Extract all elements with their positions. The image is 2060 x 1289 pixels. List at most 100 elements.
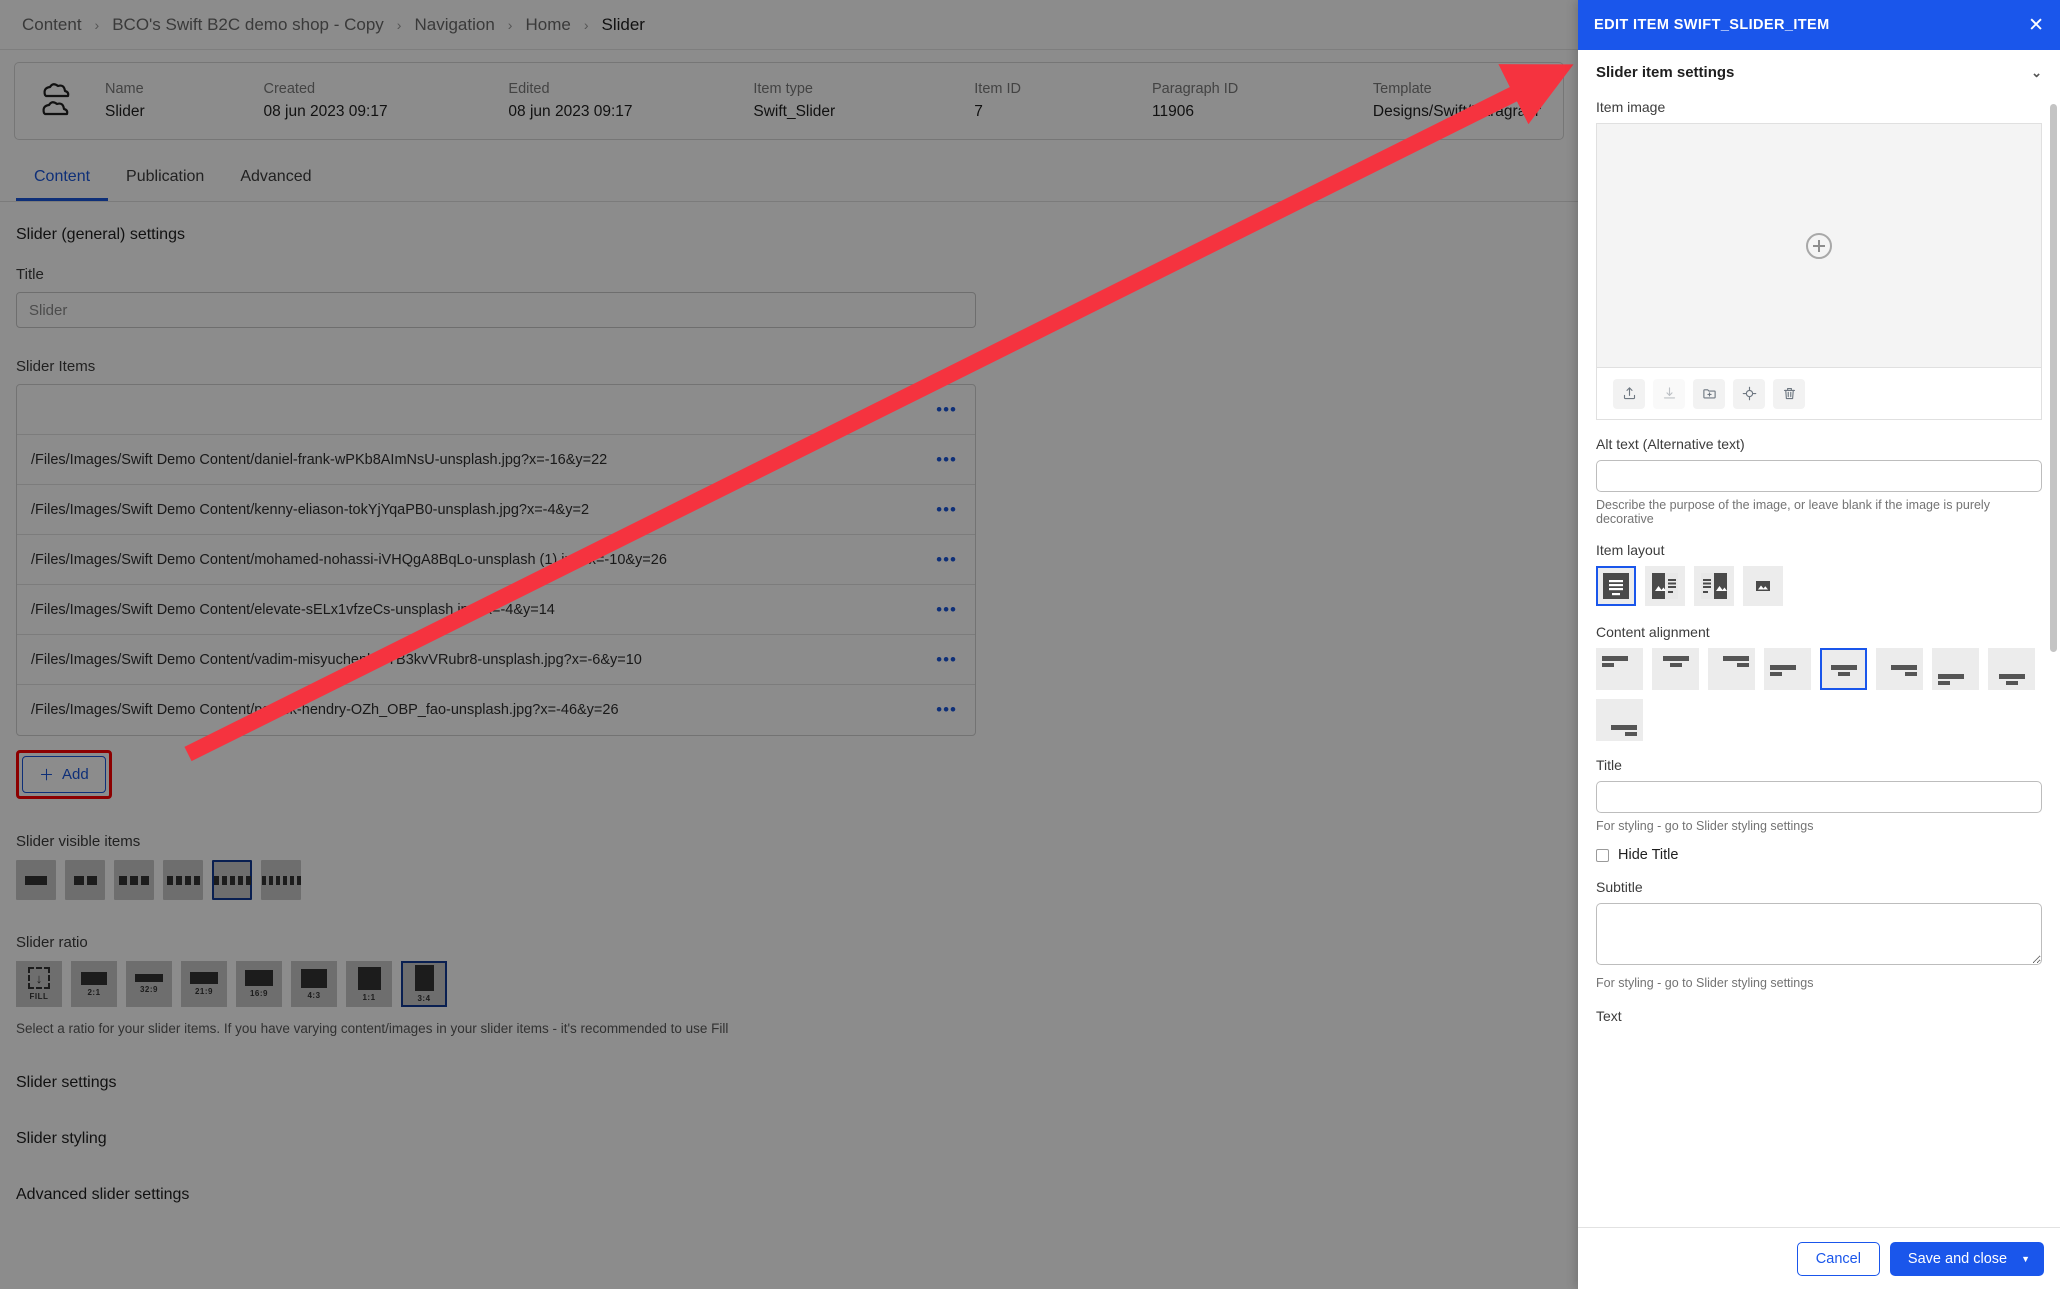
visible-items-option-6[interactable]	[261, 860, 301, 900]
alt-text-hint: Describe the purpose of the image, or le…	[1596, 498, 1990, 526]
panel-scrollbar[interactable]	[2050, 104, 2057, 652]
subtitle-textarea[interactable]	[1596, 903, 2042, 965]
ratio-glyph	[135, 974, 163, 982]
content-alignment-option-bot-left[interactable]	[1932, 648, 1979, 690]
download-icon[interactable]	[1653, 378, 1685, 409]
ratio-option-label: 2:1	[87, 987, 101, 997]
slider-ratio-options: FILL 2:1 32:9 21:9 16:9 4:3 1:1 3:4	[16, 961, 1562, 1007]
visible-items-option-1[interactable]	[16, 860, 56, 900]
add-button[interactable]: ＋ Add	[22, 756, 106, 793]
visible-items-option-5[interactable]	[212, 860, 252, 900]
focal-point-icon[interactable]	[1733, 378, 1765, 409]
tab-advanced[interactable]: Advanced	[222, 168, 329, 201]
tab-publication[interactable]: Publication	[108, 168, 222, 201]
list-item[interactable]: /Files/Images/Swift Demo Content/elevate…	[17, 585, 975, 635]
save-and-close-label: Save and close	[1907, 1250, 2008, 1267]
visible-items-option-3[interactable]	[114, 860, 154, 900]
alignment-title-bar	[1602, 656, 1628, 661]
content-alignment-option-top-left[interactable]	[1596, 648, 1643, 690]
alignment-subtitle-bar	[1669, 663, 1682, 667]
ratio-option-32-9[interactable]: 32:9	[126, 961, 172, 1007]
list-item[interactable]: /Files/Images/Swift Demo Content/patrick…	[17, 685, 975, 735]
panel-title-input[interactable]	[1596, 781, 2042, 813]
item-layout-glyph	[1750, 573, 1776, 599]
content-alignment-option-mid-right[interactable]	[1876, 648, 1923, 690]
breadcrumb-item-content[interactable]: Content	[22, 15, 82, 35]
section-slider-settings[interactable]: Slider settings	[16, 1074, 1562, 1092]
item-layout-option-image-left-text-right[interactable]	[1645, 566, 1685, 606]
hide-title-row[interactable]: Hide Title	[1596, 847, 2042, 863]
ratio-option-21-9[interactable]: 21:9	[181, 961, 227, 1007]
ratio-option-2-1[interactable]: 2:1	[71, 961, 117, 1007]
hide-title-label: Hide Title	[1618, 847, 1679, 863]
breadcrumb-item-slider[interactable]: Slider	[602, 15, 645, 35]
content-pane: Slider (general) settings Title Slider I…	[0, 202, 1578, 1204]
alignment-subtitle-bar	[1737, 663, 1749, 667]
breadcrumb-item-shop[interactable]: BCO's Swift B2C demo shop - Copy	[112, 15, 384, 35]
row-menu-icon[interactable]: •••	[936, 450, 957, 470]
slider-item-settings-header[interactable]: Slider item settings ⌄	[1596, 64, 2042, 93]
tab-content[interactable]: Content	[16, 168, 109, 201]
list-item[interactable]: /Files/Images/Swift Demo Content/daniel-…	[17, 435, 975, 485]
folder-add-icon[interactable]	[1693, 378, 1725, 409]
section-title-slider-general: Slider (general) settings	[16, 226, 185, 243]
alignment-title-bar	[1891, 665, 1917, 670]
alt-text-input[interactable]	[1596, 460, 2042, 492]
item-layout-label: Item layout	[1596, 542, 1665, 558]
close-icon[interactable]: ✕	[2028, 16, 2044, 35]
title-input[interactable]	[16, 292, 976, 328]
ratio-option-1-1[interactable]: 1:1	[346, 961, 392, 1007]
list-item[interactable]: /Files/Images/Swift Demo Content/mohamed…	[17, 535, 975, 585]
visible-items-option-4[interactable]	[163, 860, 203, 900]
row-menu-icon[interactable]: •••	[936, 400, 957, 420]
row-menu-icon[interactable]: •••	[936, 650, 957, 670]
visible-items-option-2[interactable]	[65, 860, 105, 900]
content-alignment-option-top-center[interactable]	[1652, 648, 1699, 690]
ratio-option-label: 16:9	[249, 989, 268, 998]
ratio-option-label: 21:9	[194, 987, 213, 996]
ratio-option-3-4[interactable]: 3:4	[401, 961, 447, 1007]
content-alignment-option-bot-center[interactable]	[1988, 648, 2035, 690]
delete-icon[interactable]	[1773, 378, 1805, 409]
caret-down-icon[interactable]: ▼	[2021, 1254, 2030, 1264]
row-menu-icon[interactable]: •••	[936, 600, 957, 620]
list-item[interactable]: /Files/Images/Swift Demo Content/kenny-e…	[17, 485, 975, 535]
list-item-path: /Files/Images/Swift Demo Content/mohamed…	[31, 551, 667, 568]
breadcrumb-item-home[interactable]: Home	[525, 15, 570, 35]
save-and-close-button[interactable]: Save and close ▼	[1889, 1241, 2044, 1276]
section-advanced-slider-settings[interactable]: Advanced slider settings	[16, 1186, 1562, 1204]
item-meta-card: Name Slider Created 08 jun 2023 09:17 Ed…	[14, 62, 1564, 140]
breadcrumb-item-navigation[interactable]: Navigation	[414, 15, 494, 35]
content-alignment-option-top-right[interactable]	[1708, 648, 1755, 690]
list-item[interactable]: •••	[17, 385, 975, 435]
edit-item-panel: EDIT ITEM SWIFT_SLIDER_ITEM ✕ Slider ite…	[1578, 0, 2060, 1289]
slider-ratio-help: Select a ratio for your slider items. If…	[16, 1021, 729, 1036]
row-menu-icon[interactable]: •••	[936, 550, 957, 570]
upload-icon[interactable]	[1613, 378, 1645, 409]
content-alignment-option-mid-left[interactable]	[1764, 648, 1811, 690]
visible-items-glyph	[73, 875, 97, 885]
item-layout-option-image-only[interactable]	[1743, 566, 1783, 606]
section-slider-styling[interactable]: Slider styling	[16, 1130, 1562, 1148]
ratio-option-fill[interactable]: FILL	[16, 961, 62, 1007]
list-item[interactable]: /Files/Images/Swift Demo Content/vadim-m…	[17, 635, 975, 685]
content-alignment-option-mid-center[interactable]	[1820, 648, 1867, 690]
alignment-title-bar	[1662, 656, 1689, 661]
alignment-title-bar	[1998, 674, 2025, 679]
ratio-option-16-9[interactable]: 16:9	[236, 961, 282, 1007]
hide-title-checkbox[interactable]	[1596, 848, 1609, 862]
content-alignment-option-bot-right[interactable]	[1596, 699, 1643, 741]
breadcrumb-separator-icon: ›	[507, 16, 513, 33]
item-layout-option-text-only[interactable]	[1596, 566, 1636, 606]
cancel-button[interactable]: Cancel	[1796, 1241, 1880, 1276]
row-menu-icon[interactable]: •••	[936, 500, 957, 520]
plus-circle-icon[interactable]	[1806, 232, 1832, 259]
screen: Content › BCO's Swift B2C demo shop - Co…	[0, 0, 2060, 1289]
item-image-dropzone[interactable]	[1596, 123, 2042, 368]
row-menu-icon[interactable]: •••	[936, 700, 957, 720]
ratio-option-label: 1:1	[362, 992, 376, 1002]
ratio-option-4-3[interactable]: 4:3	[291, 961, 337, 1007]
content-alignment-options	[1596, 648, 2042, 741]
item-layout-option-text-left-image-right[interactable]	[1694, 566, 1734, 606]
chevron-down-icon[interactable]: ⌄	[2031, 65, 2042, 81]
